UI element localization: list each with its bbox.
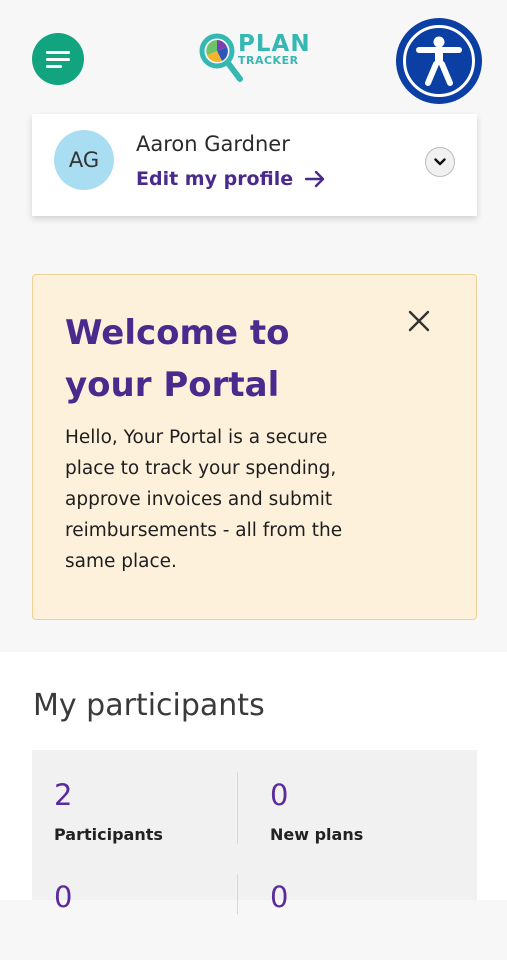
stat-label: New plans [270,825,364,844]
participants-heading: My participants [33,688,265,723]
stat-item[interactable]: 0 [54,880,234,960]
edit-profile-label: Edit my profile [136,168,294,190]
profile-expand-button[interactable] [425,147,455,177]
stat-new-plans[interactable]: 0 New plans [270,778,450,858]
hamburger-menu-icon [46,51,70,68]
arrow-right-icon [305,170,325,188]
chevron-down-icon [434,158,446,166]
profile-card: AG Aaron Gardner Edit my profile [32,114,477,216]
edit-profile-link[interactable]: Edit my profile [136,168,325,190]
avatar: AG [54,130,114,190]
stat-value: 0 [270,880,289,914]
accessibility-person-icon [416,36,462,86]
plan-tracker-logo: PLAN TRACKER [198,30,314,86]
stat-value: 2 [54,778,73,812]
welcome-title: Welcome to your Portal [65,313,290,405]
stats-divider [237,772,238,844]
close-icon [408,310,430,332]
welcome-banner: Welcome to your Portal Hello, Your Porta… [32,274,477,620]
participants-stats: 2 Participants 0 New plans 0 0 [32,750,477,914]
stat-value: 0 [270,778,289,812]
accessibility-button[interactable] [396,18,482,104]
menu-button[interactable] [32,33,84,85]
stats-divider [237,874,238,914]
stat-item[interactable]: 0 [270,880,450,960]
welcome-body: Hello, Your Portal is a secure place to … [65,427,343,572]
stat-value: 0 [54,880,73,914]
participants-section: My participants 2 Participants 0 New pla… [0,652,507,914]
logo-word-tracker: TRACKER [238,54,299,67]
stat-participants[interactable]: 2 Participants [54,778,234,858]
stat-label: Participants [54,825,163,844]
close-banner-button[interactable] [405,307,433,335]
profile-name: Aaron Gardner [136,132,290,156]
